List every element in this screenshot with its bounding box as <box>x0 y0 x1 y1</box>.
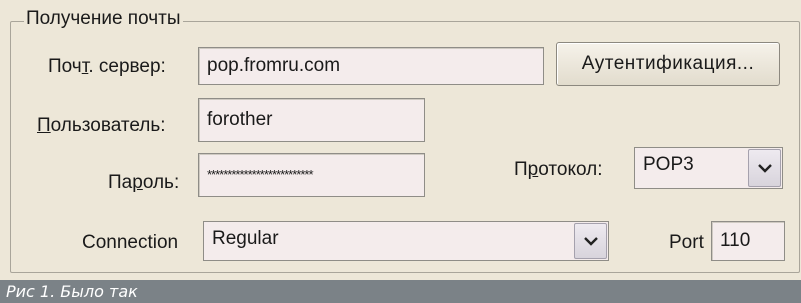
authentication-button[interactable]: Аутентификация... <box>556 42 780 86</box>
protocol-label: Протокол: <box>514 159 603 180</box>
mail-settings-window: Получение почты Почт. сервер: Аутентифик… <box>0 0 801 303</box>
connection-select[interactable]: Regular <box>203 221 609 261</box>
figure-caption: Рис 1. Было так <box>6 282 138 301</box>
port-label: Port <box>669 232 704 253</box>
server-input[interactable] <box>198 47 544 85</box>
protocol-dropdown-button[interactable] <box>748 149 781 187</box>
chevron-down-icon <box>757 163 772 173</box>
user-label: Пользователь: <box>37 115 166 136</box>
password-input[interactable]: ************************** <box>198 153 425 197</box>
connection-dropdown-button[interactable] <box>574 223 607 259</box>
connection-value: Regular <box>212 228 279 249</box>
figure-caption-bar: Рис 1. Было так <box>0 280 801 303</box>
user-input[interactable] <box>198 98 425 142</box>
protocol-select[interactable]: POP3 <box>634 147 783 189</box>
protocol-value: POP3 <box>643 154 694 175</box>
server-label: Почт. сервер: <box>48 56 166 77</box>
port-input[interactable] <box>711 221 785 261</box>
chevron-down-icon <box>583 236 598 246</box>
password-label: Пароль: <box>108 172 180 193</box>
group-title: Получение почты <box>24 8 183 30</box>
connection-label: Connection <box>82 232 179 253</box>
